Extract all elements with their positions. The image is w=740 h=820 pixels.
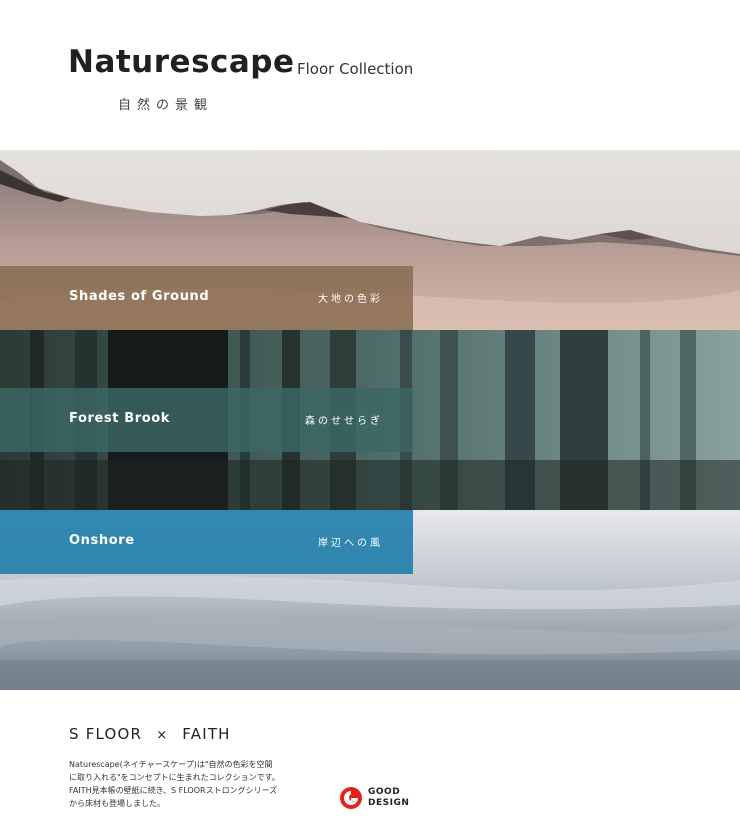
good-design-label: GOOD DESIGN <box>368 787 409 809</box>
description-line: FAITH見本帳の壁紙に続き、S FLOORストロングシリーズ <box>69 786 278 795</box>
brand-s-floor: S FLOOR <box>69 725 143 743</box>
section-title: Shades of Ground <box>69 289 210 304</box>
brand-separator: × <box>156 728 169 743</box>
collection-title: Naturescape <box>68 44 295 80</box>
partner-brands: S FLOOR × FAITH <box>69 725 231 743</box>
collection-description: Naturescape(ネイチャースケープ)は"自然の色彩を空間 に取り入れる"… <box>69 758 319 810</box>
section-japanese-title: 岸辺への風 <box>318 538 383 549</box>
section-title: Onshore <box>69 533 135 548</box>
good-design-line2: DESIGN <box>368 798 410 808</box>
footer: S FLOOR × FAITH Naturescape(ネイチャースケープ)は"自然… <box>0 690 740 820</box>
section-forest-brook[interactable]: Forest Brook 森のせせらぎ <box>0 388 413 452</box>
good-design-mark-icon <box>340 787 362 809</box>
good-design-award: GOOD DESIGN <box>339 786 409 810</box>
description-line: Naturescape(ネイチャースケープ)は"自然の色彩を空間 <box>69 760 273 769</box>
brand-faith: FAITH <box>182 725 231 743</box>
collection-subtitle: Floor Collection <box>297 60 414 78</box>
section-onshore[interactable]: Onshore 岸辺への風 <box>0 510 413 574</box>
collection-japanese-title: 自然の景観 <box>118 98 214 113</box>
section-japanese-title: 大地の色彩 <box>318 294 383 305</box>
header: Naturescape Floor Collection 自然の景観 <box>0 0 740 150</box>
description-line: から床材も登場しました。 <box>69 799 165 808</box>
good-design-line1: GOOD <box>368 787 401 797</box>
section-title: Forest Brook <box>69 411 171 426</box>
section-shades-of-ground[interactable]: Shades of Ground 大地の色彩 <box>0 266 413 330</box>
section-japanese-title: 森のせせらぎ <box>305 416 383 427</box>
description-line: に取り入れる"をコンセプトに生まれたコレクションです。 <box>69 773 280 782</box>
